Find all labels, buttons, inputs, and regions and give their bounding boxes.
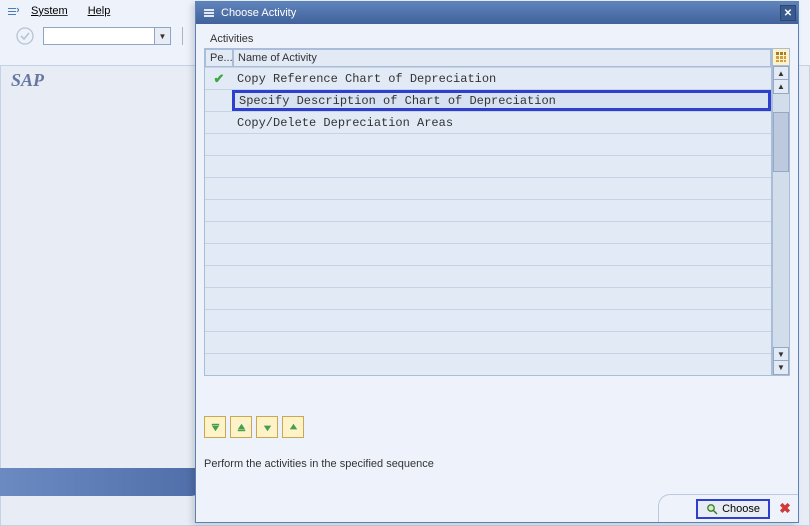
table-row[interactable] [205, 309, 771, 331]
menu-icon[interactable] [5, 4, 19, 18]
nav-last-icon[interactable] [282, 416, 304, 438]
choose-button[interactable]: Choose [696, 499, 770, 519]
choose-label: Choose [722, 503, 760, 515]
scroll-down-arrow-2[interactable]: ▼ [773, 347, 789, 361]
table-row[interactable] [205, 243, 771, 265]
activities-table: Pe... Name of Activity ✔ Copy Reference … [204, 48, 772, 376]
table-row[interactable] [205, 287, 771, 309]
cancel-icon[interactable]: ✖ [776, 500, 794, 518]
activity-name[interactable]: Copy Reference Chart of Depreciation [233, 68, 771, 89]
icon-toolbar [204, 416, 790, 438]
table-row[interactable] [205, 199, 771, 221]
column-header-performed[interactable]: Pe... [205, 49, 233, 67]
activity-name[interactable]: Specify Description of Chart of Deprecia… [232, 90, 771, 111]
scrollbar[interactable]: ▲ ▲ ▼ ▼ [772, 66, 790, 376]
choose-activity-dialog: Choose Activity ✕ Activities Pe... Name … [195, 1, 799, 523]
table-settings-button[interactable] [772, 48, 790, 66]
table-row[interactable] [205, 133, 771, 155]
table-row[interactable]: Copy/Delete Depreciation Areas [205, 111, 771, 133]
scroll-up-arrow-2[interactable]: ▲ [773, 80, 789, 94]
scroll-up-arrow[interactable]: ▲ [773, 66, 789, 80]
table-row[interactable] [205, 177, 771, 199]
dialog-title-bar: Choose Activity ✕ [196, 2, 798, 24]
accept-icon[interactable] [15, 26, 35, 46]
table-row[interactable] [205, 331, 771, 353]
command-field[interactable]: ▼ [43, 27, 171, 45]
activity-name[interactable]: Copy/Delete Depreciation Areas [233, 112, 771, 133]
chevron-down-icon[interactable]: ▼ [154, 28, 170, 44]
scroll-thumb[interactable] [773, 112, 789, 172]
table-row[interactable] [205, 353, 771, 375]
check-icon: ✔ [214, 71, 225, 87]
table-row[interactable] [205, 265, 771, 287]
dialog-footer: Choose ✖ [658, 494, 798, 522]
table-row[interactable] [205, 221, 771, 243]
activities-header: Activities [204, 30, 790, 48]
close-icon[interactable]: ✕ [780, 5, 796, 21]
table-row[interactable]: Specify Description of Chart of Deprecia… [205, 89, 771, 111]
dialog-title: Choose Activity [221, 7, 780, 19]
table-row[interactable] [205, 155, 771, 177]
column-header-name[interactable]: Name of Activity [233, 49, 771, 67]
help-text: Perform the activities in the specified … [204, 458, 790, 470]
nav-first-icon[interactable] [204, 416, 226, 438]
nav-down-icon[interactable] [256, 416, 278, 438]
table-row[interactable]: ✔ Copy Reference Chart of Depreciation [205, 67, 771, 89]
menu-system[interactable]: System [23, 3, 76, 19]
dialog-icon [202, 6, 216, 20]
menu-help[interactable]: Help [80, 3, 119, 19]
scroll-down-arrow[interactable]: ▼ [773, 361, 789, 375]
search-icon [706, 503, 718, 515]
nav-up-icon[interactable] [230, 416, 252, 438]
toolbar-divider [182, 27, 183, 45]
footer-curve [0, 468, 205, 496]
